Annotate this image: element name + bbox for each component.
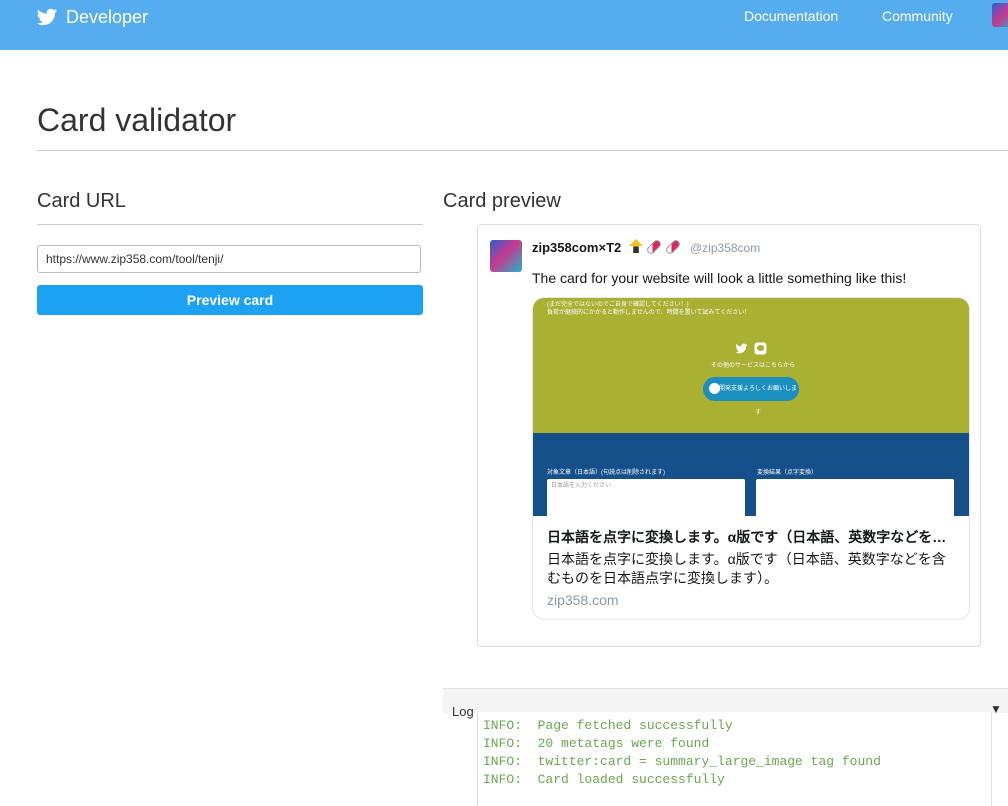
card-image-output-box <box>756 479 954 516</box>
card-image-input-label: 対象文章（日本語）(句読点は削除されます) <box>547 470 665 476</box>
log-output: INFO: Page fetched successfully INFO: 20… <box>477 712 992 806</box>
card-image-note-2: 負荷が継続的にかかると動作しませんので、時間を置いて試みてください！ <box>547 310 751 316</box>
user-avatar[interactable] <box>992 3 1008 27</box>
summary-card[interactable]: (まだ完全ではないのでご自身で確認してください！) 負荷が継続的にかかると動作し… <box>532 297 970 620</box>
tweet-author-name: zip358com×T2 <box>532 240 622 255</box>
preview-card-button[interactable]: Preview card <box>37 285 423 315</box>
card-image-note-1: (まだ完全ではないのでご自身で確認してください！) <box>547 302 689 308</box>
log-title: Log <box>452 704 474 719</box>
nav-community[interactable]: Community <box>882 8 953 24</box>
card-title: 日本語を点字に変換します。α版です（日本語、英数字などを含むものを日本語点字に変… <box>547 529 959 545</box>
card-url-heading: Card URL <box>37 190 126 212</box>
brand[interactable]: Developer <box>36 6 148 28</box>
card-domain: zip358.com <box>547 592 619 608</box>
log-line: INFO: twitter:card = summary_large_image… <box>483 754 881 769</box>
brand-name: Developer <box>66 7 149 27</box>
card-url-input[interactable] <box>37 245 421 273</box>
nav-documentation[interactable]: Documentation <box>744 8 838 24</box>
log-panel-header[interactable]: Log ▼ <box>443 688 1008 719</box>
tweet-text: The card for your website will look a li… <box>532 270 907 286</box>
twitter-bird-icon <box>36 8 58 26</box>
pill-icon <box>645 238 663 256</box>
tweet-handle: @zip358com <box>690 241 761 255</box>
page-title: Card validator <box>37 102 237 138</box>
card-description: 日本語を点字に変換します。α版です（日本語、英数字などを含むものを日本語点字に変… <box>547 551 946 586</box>
twitter-bird-icon <box>735 342 748 355</box>
pill-icon <box>664 238 682 256</box>
card-image-support-pill: 開発支援よろしくお願いします <box>703 377 799 416</box>
line-messenger-icon <box>754 342 767 355</box>
card-image-input-placeholder: 日本語を入力ください <box>551 483 612 489</box>
log-line: INFO: Card loaded successfully <box>483 772 725 787</box>
card-image: (まだ完全ではないのでご自身で確認してください！) 負荷が継続的にかかると動作し… <box>533 298 969 516</box>
top-navigation-bar: Developer Documentation Community <box>0 0 1008 50</box>
card-preview-heading: Card preview <box>443 190 561 212</box>
log-line: INFO: 20 metatags were found <box>483 736 710 751</box>
card-url-divider <box>37 224 423 225</box>
card-image-input-box: 日本語を入力ください <box>547 479 745 516</box>
tweet-name-emoji <box>629 238 682 256</box>
card-image-other-services: その他のサービスはこちらから <box>711 363 796 369</box>
title-divider <box>37 150 1008 151</box>
arrow-up-icon <box>629 239 643 253</box>
card-image-output-label: 変換結果（点字変換） <box>757 470 818 476</box>
tweet-preview: zip358com×T2 @zip358com The card for you… <box>477 224 981 647</box>
tweet-avatar <box>490 240 522 272</box>
log-line: INFO: Page fetched successfully <box>483 718 733 733</box>
card-image-social-icons <box>735 342 767 355</box>
